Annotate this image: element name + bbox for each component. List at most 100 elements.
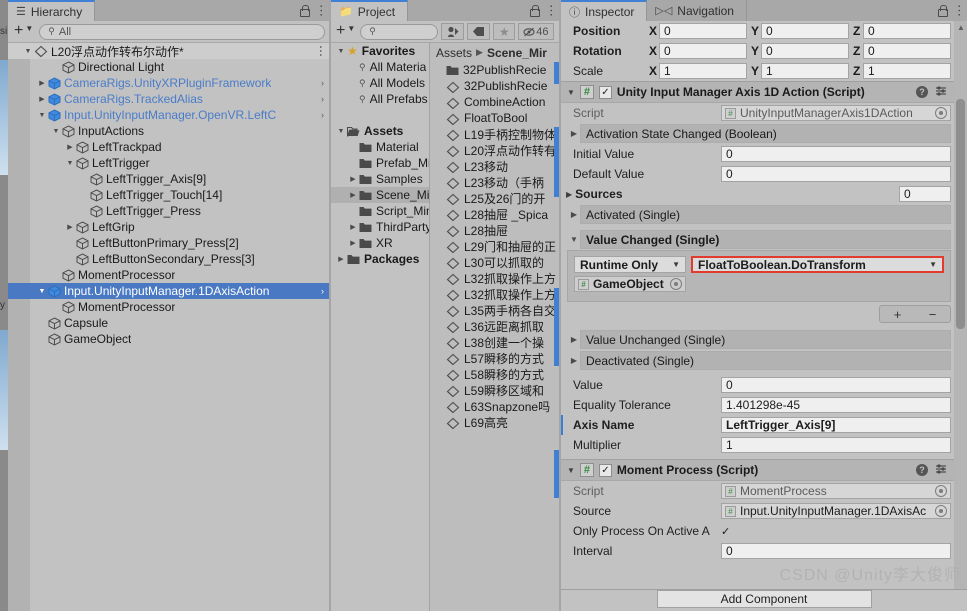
asset-list-item[interactable]: 32PublishRecie xyxy=(430,62,559,78)
source-object-field[interactable]: # Input.UnityInputManager.1DAxisAc xyxy=(721,503,951,519)
rotation-x-input[interactable]: 0 xyxy=(659,43,747,59)
hierarchy-foldout-icon[interactable]: ▼ xyxy=(50,128,62,135)
hierarchy-row[interactable]: GameObject xyxy=(8,331,329,347)
project-tree-item[interactable]: Material xyxy=(331,139,429,155)
sources-size-input[interactable]: 0 xyxy=(899,186,951,202)
hierarchy-row[interactable]: ▼ LeftTrigger xyxy=(8,155,329,171)
fold-activation-state[interactable]: ▶ Activation State Changed (Boolean) xyxy=(561,123,967,144)
project-tree-foldout-icon[interactable]: ▶ xyxy=(347,239,359,247)
preset-icon[interactable] xyxy=(935,85,947,100)
hierarchy-foldout-icon[interactable]: ▼ xyxy=(64,160,76,167)
scroll-up-arrow-icon[interactable]: ▲ xyxy=(957,23,965,32)
asset-list-item[interactable]: CombineAction xyxy=(430,94,559,110)
hierarchy-row[interactable]: ▶ CameraRigs.UnityXRPluginFramework › xyxy=(8,75,329,91)
asset-list-item[interactable]: L32抓取操作上方 xyxy=(430,270,559,286)
default-value-input[interactable]: 0 xyxy=(721,166,951,182)
filter-by-label-icon[interactable] xyxy=(467,23,491,40)
project-tree-item[interactable]: ▼ ★ Favorites xyxy=(331,43,429,59)
script-object-field-axis1d[interactable]: # UnityInputManagerAxis1DAction xyxy=(721,105,951,121)
project-tree-item[interactable]: ▶ XR xyxy=(331,235,429,251)
project-search-input[interactable]: ⚲ xyxy=(360,23,439,40)
rotation-y-input[interactable]: 0 xyxy=(761,43,849,59)
event-add-button[interactable]: + xyxy=(894,307,902,322)
fold-arrow-activated[interactable]: ▶ xyxy=(568,210,580,219)
hierarchy-row[interactable]: ▶ LeftTrackpad xyxy=(8,139,329,155)
position-y-input[interactable]: 0 xyxy=(761,23,849,39)
asset-list-item[interactable]: L35两手柄各自交 xyxy=(430,302,559,318)
component-header-moment-process[interactable]: ▼ # ✓ Moment Process (Script) ? ⋯ xyxy=(561,459,967,481)
hierarchy-row[interactable]: ▼ InputActions xyxy=(8,123,329,139)
project-lock-icon[interactable] xyxy=(529,5,540,17)
event-function-dropdown[interactable]: FloatToBoolean.DoTransform ▼ xyxy=(691,256,944,273)
asset-list-item[interactable]: L20浮点动作转有 xyxy=(430,142,559,158)
asset-list-item[interactable]: L57瞬移的方式 xyxy=(430,350,559,366)
scale-y-input[interactable]: 1 xyxy=(761,63,849,79)
hierarchy-row[interactable]: MomentProcessor xyxy=(8,267,329,283)
asset-list-item[interactable]: L19手柄控制物体 xyxy=(430,126,559,142)
prefab-open-chevron-icon[interactable]: › xyxy=(321,110,324,120)
source-picker-icon[interactable] xyxy=(935,505,947,517)
fold-value-changed[interactable]: ▼ Value Changed (Single) xyxy=(561,229,967,250)
position-z-input[interactable]: 0 xyxy=(863,23,951,39)
filter-by-type-icon[interactable] xyxy=(441,23,465,40)
prefab-open-chevron-icon[interactable]: › xyxy=(321,78,324,88)
project-tree-item[interactable]: ▶ ThirdParty xyxy=(331,219,431,235)
asset-list-item[interactable]: L28抽屉 _Spica xyxy=(430,206,559,222)
hierarchy-row[interactable]: LeftButtonPrimary_Press[2] xyxy=(8,235,329,251)
project-tree-item[interactable]: ⚲ All Models xyxy=(331,75,429,91)
asset-list-item[interactable]: L69高亮 xyxy=(430,414,559,430)
hierarchy-row[interactable]: MomentProcessor xyxy=(8,299,329,315)
scale-z-input[interactable]: 1 xyxy=(863,63,951,79)
hierarchy-foldout-icon[interactable]: ▼ xyxy=(36,288,48,295)
asset-list-item[interactable]: L63Snapzone吗 xyxy=(430,398,559,414)
inspector-scroll-thumb[interactable] xyxy=(956,99,965,329)
hierarchy-foldout-icon[interactable]: ▶ xyxy=(36,95,48,103)
hierarchy-row[interactable]: LeftButtonSecondary_Press[3] xyxy=(8,251,329,267)
project-tree-foldout-icon[interactable]: ▼ xyxy=(335,128,347,135)
only-process-checkbox[interactable]: ✓ xyxy=(721,525,730,538)
project-tree-item[interactable]: ▼ Assets xyxy=(331,123,429,139)
project-tree-item[interactable]: ▶ Scene_Min xyxy=(331,187,436,203)
fold-arrow-value-unchanged[interactable]: ▶ xyxy=(568,335,580,344)
project-tree-foldout-icon[interactable]: ▶ xyxy=(335,255,347,263)
field-input[interactable]: 1.401298e-45 xyxy=(721,397,951,413)
asset-list-item[interactable]: L32抓取操作上方 xyxy=(430,286,559,302)
component-foldout-icon-2[interactable]: ▼ xyxy=(567,466,575,475)
help-icon-2[interactable]: ? xyxy=(916,464,928,476)
project-create-button[interactable]: + ▼ xyxy=(334,22,357,40)
component-enabled-checkbox-2[interactable]: ✓ xyxy=(598,463,612,477)
object-picker-icon-2[interactable] xyxy=(935,485,947,497)
object-picker-icon[interactable] xyxy=(935,107,947,119)
hierarchy-foldout-icon[interactable]: ▼ xyxy=(36,112,48,119)
event-remove-button[interactable]: − xyxy=(929,307,937,322)
tab-hierarchy[interactable]: ☰ Hierarchy xyxy=(8,0,96,21)
field-input[interactable]: 0 xyxy=(721,377,951,393)
hierarchy-row[interactable]: Directional Light xyxy=(8,59,329,75)
initial-value-input[interactable]: 0 xyxy=(721,146,951,162)
help-icon[interactable]: ? xyxy=(916,86,928,98)
project-tree-item[interactable]: ⚲ All Prefabs xyxy=(331,91,429,107)
project-tree-foldout-icon[interactable]: ▶ xyxy=(347,191,359,199)
breadcrumb-assets[interactable]: Assets xyxy=(436,46,472,60)
hierarchy-row[interactable]: LeftTrigger_Touch[14] xyxy=(8,187,329,203)
fold-arrow-activation[interactable]: ▶ xyxy=(568,129,580,138)
lock-icon[interactable] xyxy=(299,5,310,17)
asset-list-item[interactable]: L59瞬移区域和 xyxy=(430,382,559,398)
component-enabled-checkbox[interactable]: ✓ xyxy=(598,85,612,99)
hierarchy-menu-icon[interactable]: ⋯ xyxy=(314,4,329,17)
prefab-open-chevron-icon[interactable]: › xyxy=(321,94,324,104)
preset-icon-2[interactable] xyxy=(935,463,947,478)
sources-foldout-icon[interactable]: ▶ xyxy=(566,190,572,199)
rotation-z-input[interactable]: 0 xyxy=(863,43,951,59)
project-tree-item[interactable]: ⚲ All Materia xyxy=(331,59,429,75)
prefab-open-chevron-icon[interactable]: › xyxy=(321,286,324,296)
tab-project[interactable]: 📁 Project xyxy=(331,0,409,21)
hierarchy-row[interactable]: ▼ Input.UnityInputManager.OpenVR.LeftC › xyxy=(8,107,329,123)
asset-list-item[interactable]: L36远距离抓取 xyxy=(430,318,559,334)
component-foldout-icon[interactable]: ▼ xyxy=(567,88,575,97)
project-tree-foldout-icon[interactable]: ▶ xyxy=(347,175,359,183)
hierarchy-row[interactable]: ▼ L20浮点动作转布尔动作* ⋯ xyxy=(8,43,329,59)
asset-list-item[interactable]: L29门和抽屉的正 xyxy=(430,238,559,254)
breadcrumb-current[interactable]: Scene_Mir xyxy=(487,46,547,60)
field-input[interactable]: 1 xyxy=(721,437,951,453)
